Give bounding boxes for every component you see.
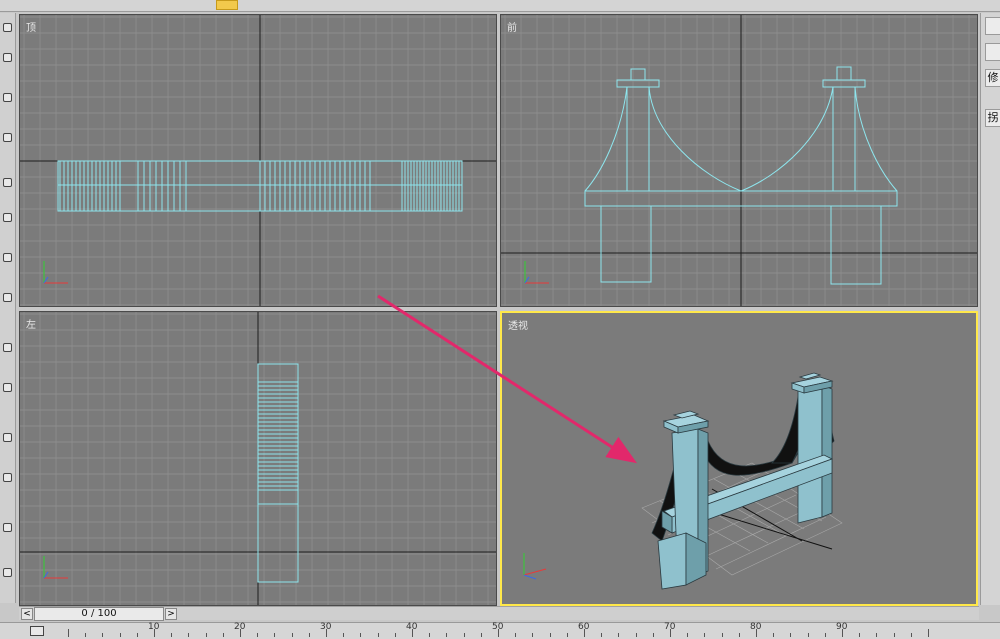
track-tick xyxy=(876,633,878,637)
track-tick-label: 30 xyxy=(320,622,332,632)
track-tick xyxy=(515,633,517,637)
track-tick-label: 90 xyxy=(836,622,848,632)
track-tick xyxy=(618,633,620,637)
track-tick xyxy=(532,633,534,637)
track-tick xyxy=(377,633,379,637)
track-tick xyxy=(291,633,293,637)
track-tick-label: 80 xyxy=(750,622,762,632)
viewport-label-left[interactable]: 左 xyxy=(26,316,36,331)
track-tick xyxy=(910,633,912,637)
track-tick xyxy=(928,629,929,637)
viewport-label-top[interactable]: 顶 xyxy=(26,19,36,34)
track-tick xyxy=(859,633,861,637)
track-tick xyxy=(463,633,465,637)
track-tick xyxy=(687,633,689,637)
track-tick xyxy=(85,633,87,637)
max-app-window: 修 拐 顶 前 左 透视 < 0 / 100 > 10 20 30 40 50 … xyxy=(0,0,1000,639)
track-tick xyxy=(446,633,448,637)
track-tick xyxy=(549,633,551,637)
track-tick xyxy=(222,633,224,637)
track-tick xyxy=(824,633,826,637)
viewport-label-perspective[interactable]: 透视 xyxy=(508,317,528,332)
track-tick xyxy=(790,633,792,637)
track-tick xyxy=(738,633,740,637)
track-tick xyxy=(635,633,637,637)
track-tick-label: 70 xyxy=(664,622,676,632)
track-tick-label: 50 xyxy=(492,622,504,632)
time-prev-button[interactable]: < xyxy=(21,608,33,620)
track-tick xyxy=(704,633,706,637)
track-tick xyxy=(136,633,138,637)
track-tick xyxy=(257,633,259,637)
track-tick xyxy=(308,633,310,637)
track-tick xyxy=(188,633,190,637)
track-tick xyxy=(394,633,396,637)
time-next-button[interactable]: > xyxy=(165,608,177,620)
track-bar[interactable]: 10 20 30 40 50 60 70 80 90 xyxy=(0,622,1000,639)
track-tick xyxy=(601,633,603,637)
track-tick xyxy=(102,633,104,637)
key-filter-icon[interactable] xyxy=(30,626,44,636)
track-tick xyxy=(566,633,568,637)
track-tick xyxy=(171,633,173,637)
track-tick xyxy=(429,633,431,637)
time-slider[interactable]: < 0 / 100 > xyxy=(19,606,979,621)
track-tick xyxy=(205,633,207,637)
track-tick-label: 40 xyxy=(406,622,418,632)
viewport-label-front[interactable]: 前 xyxy=(507,19,517,34)
pointer-arrow-annotation xyxy=(377,294,638,464)
time-slider-thumb[interactable]: 0 / 100 xyxy=(34,607,164,621)
track-tick xyxy=(893,633,895,637)
track-tick xyxy=(652,633,654,637)
track-tick-label: 10 xyxy=(148,622,160,632)
track-tick xyxy=(773,633,775,637)
track-tick xyxy=(68,629,69,637)
track-tick xyxy=(721,633,723,637)
track-tick xyxy=(343,633,345,637)
track-tick-label: 60 xyxy=(578,622,590,632)
track-tick xyxy=(360,633,362,637)
track-tick-label: 20 xyxy=(234,622,246,632)
track-tick xyxy=(119,633,121,637)
track-tick xyxy=(274,633,276,637)
track-tick xyxy=(480,633,482,637)
track-tick xyxy=(807,633,809,637)
